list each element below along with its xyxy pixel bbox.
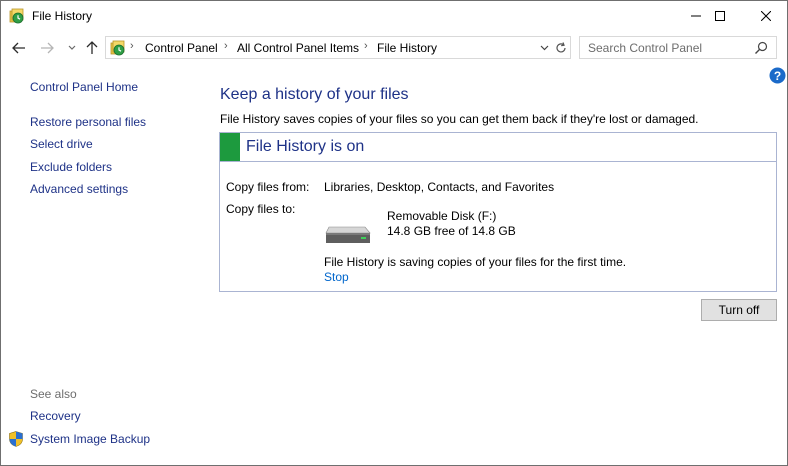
file-history-window: File History › Control Panel › All Contr… bbox=[0, 0, 788, 466]
breadcrumb-separator: › bbox=[130, 40, 134, 52]
copy-from-value: Libraries, Desktop, Contacts, and Favori… bbox=[324, 180, 555, 194]
breadcrumb-file-history[interactable]: File History bbox=[377, 41, 437, 55]
close-icon bbox=[761, 11, 771, 21]
breadcrumb-separator: › bbox=[224, 40, 228, 52]
file-history-location-icon bbox=[110, 40, 125, 56]
address-bar[interactable]: › Control Panel › All Control Panel Item… bbox=[105, 36, 571, 59]
file-history-status-panel: File History is on Copy files from: Libr… bbox=[219, 132, 777, 292]
uac-shield-icon bbox=[9, 431, 23, 447]
restore-personal-files-link[interactable]: Restore personal files bbox=[30, 115, 146, 129]
backup-progress-message: File History is saving copies of your fi… bbox=[324, 255, 627, 269]
search-placeholder: Search Control Panel bbox=[588, 41, 703, 55]
address-history-dropdown[interactable] bbox=[536, 39, 552, 56]
status-indicator bbox=[220, 133, 240, 161]
breadcrumb-separator: › bbox=[364, 40, 368, 52]
control-panel-home-link[interactable]: Control Panel Home bbox=[30, 80, 138, 94]
page-title: Keep a history of your files bbox=[220, 86, 409, 103]
arrow-right-icon bbox=[41, 42, 54, 54]
arrow-left-icon bbox=[12, 42, 25, 54]
search-icon bbox=[755, 41, 768, 54]
status-title: File History is on bbox=[246, 138, 365, 155]
maximize-button[interactable] bbox=[697, 1, 743, 31]
copy-from-label: Copy files from: bbox=[226, 180, 310, 194]
breadcrumb-all-items[interactable]: All Control Panel Items bbox=[237, 41, 359, 55]
back-button[interactable] bbox=[9, 38, 29, 58]
page-description: File History saves copies of your files … bbox=[220, 112, 699, 126]
breadcrumb-control-panel[interactable]: Control Panel bbox=[145, 41, 218, 55]
recovery-link[interactable]: Recovery bbox=[30, 409, 81, 423]
status-header: File History is on bbox=[220, 133, 776, 162]
forward-button[interactable] bbox=[37, 38, 57, 58]
advanced-settings-link[interactable]: Advanced settings bbox=[30, 182, 128, 196]
chevron-down-icon bbox=[540, 45, 548, 50]
exclude-folders-link[interactable]: Exclude folders bbox=[30, 160, 112, 174]
refresh-icon bbox=[556, 41, 566, 52]
refresh-button[interactable] bbox=[553, 39, 569, 56]
stop-link[interactable]: Stop bbox=[324, 270, 349, 284]
help-icon[interactable]: ? bbox=[769, 67, 786, 84]
drive-free-space: 14.8 GB free of 14.8 GB bbox=[387, 224, 516, 238]
chevron-down-icon bbox=[68, 45, 76, 50]
copy-to-label: Copy files to: bbox=[226, 202, 296, 216]
turn-off-button[interactable]: Turn off bbox=[701, 299, 777, 321]
up-button[interactable] bbox=[82, 38, 102, 58]
drive-name: Removable Disk (F:) bbox=[387, 209, 497, 223]
svg-text:?: ? bbox=[774, 69, 781, 83]
file-history-app-icon bbox=[9, 8, 24, 24]
window-title: File History bbox=[32, 9, 93, 23]
maximize-icon bbox=[715, 11, 725, 21]
search-input[interactable]: Search Control Panel bbox=[579, 36, 777, 59]
title-bar: File History bbox=[1, 1, 787, 31]
recent-locations-button[interactable] bbox=[62, 38, 82, 58]
close-button[interactable] bbox=[743, 1, 787, 31]
system-image-backup-link[interactable]: System Image Backup bbox=[30, 432, 150, 446]
see-also-label: See also bbox=[30, 387, 77, 401]
removable-drive-icon bbox=[325, 226, 371, 243]
arrow-up-icon bbox=[86, 41, 98, 54]
select-drive-link[interactable]: Select drive bbox=[30, 137, 93, 151]
navigation-bar: › Control Panel › All Control Panel Item… bbox=[1, 34, 787, 62]
